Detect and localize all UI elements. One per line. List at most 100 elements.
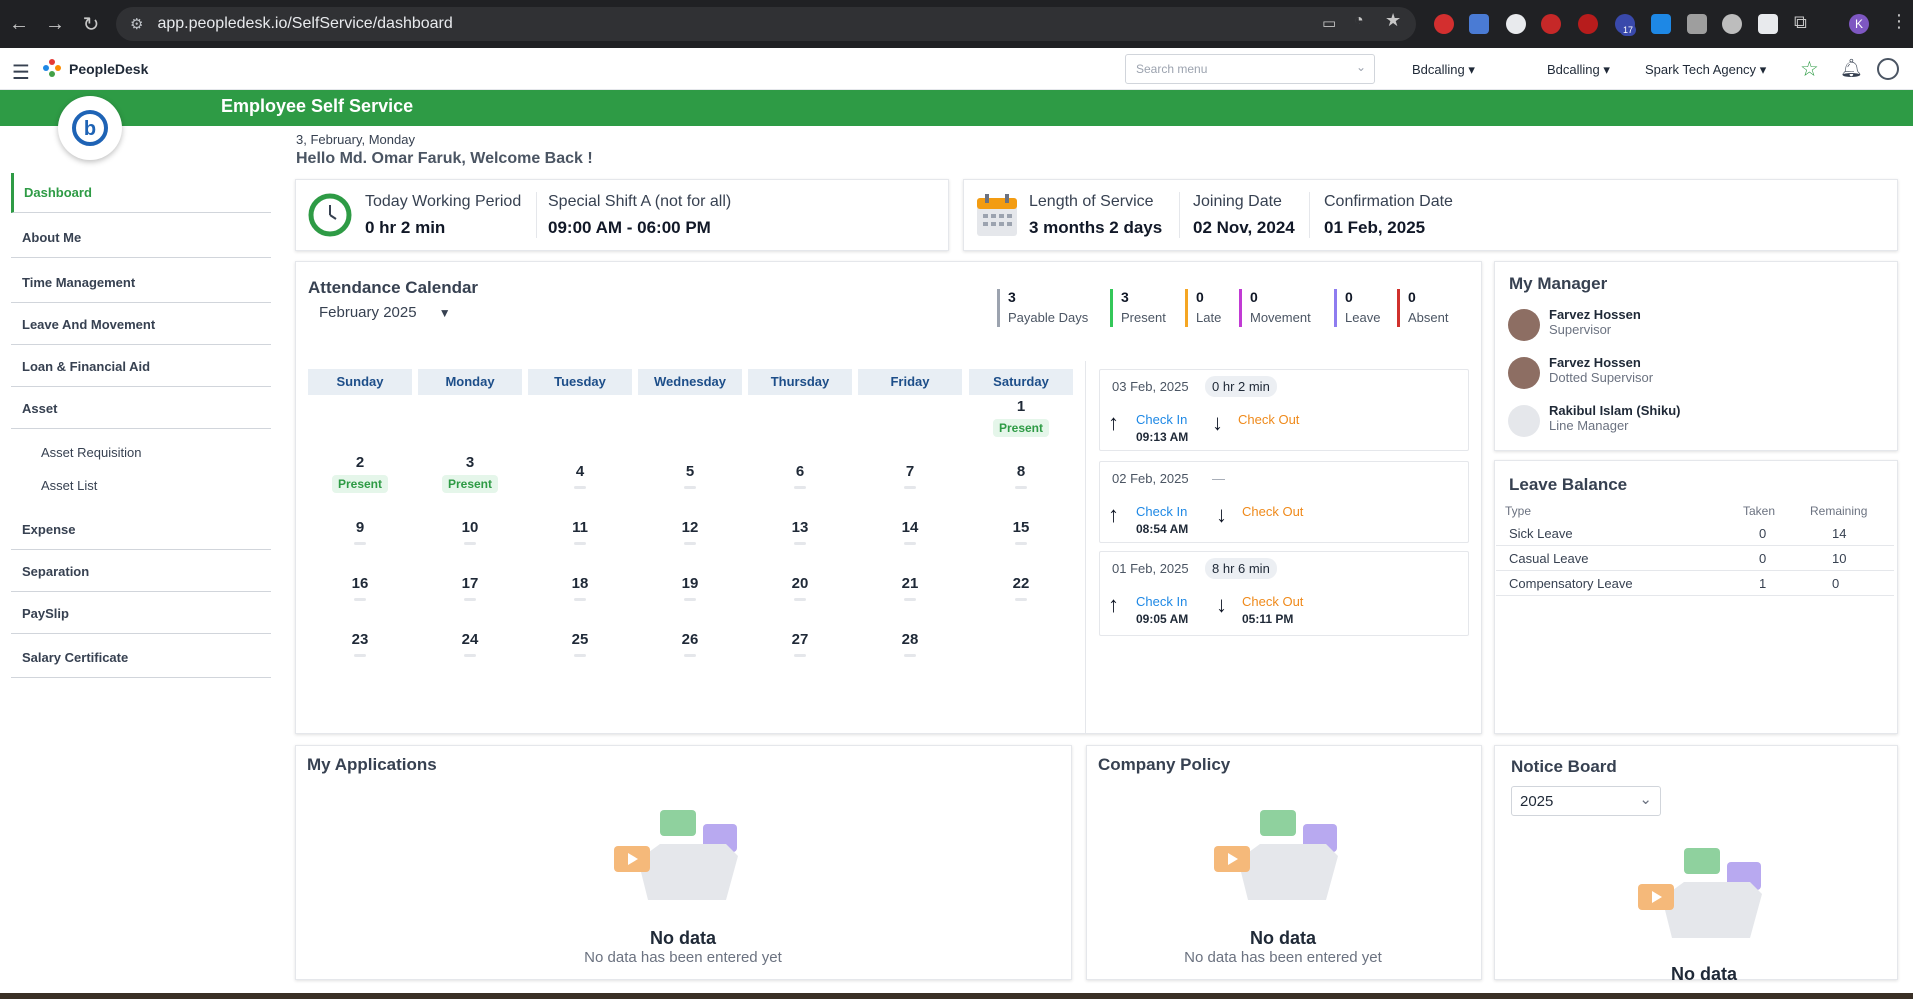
arrow-down-icon: ↓ bbox=[1216, 502, 1227, 527]
calendar-day[interactable]: 2 Present bbox=[308, 454, 412, 493]
clock-icon bbox=[308, 193, 352, 237]
working-period-label: Today Working Period bbox=[365, 193, 522, 210]
joining-date-value: 02 Nov, 2024 bbox=[1193, 218, 1295, 237]
extension-icon[interactable] bbox=[1469, 14, 1489, 34]
day-indicator bbox=[904, 598, 916, 601]
forward-arrow-icon[interactable]: → bbox=[38, 7, 72, 41]
sidebar-subitem-asset-requisition[interactable]: Asset Requisition bbox=[41, 445, 141, 460]
day-indicator bbox=[354, 654, 366, 657]
extension-icon[interactable] bbox=[1578, 14, 1598, 34]
sidebar-item-leave-movement[interactable]: Leave And Movement bbox=[11, 305, 271, 345]
sidebar-item-expense[interactable]: Expense bbox=[11, 510, 271, 550]
calendar-day[interactable]: 15 bbox=[969, 519, 1073, 545]
extension-icon[interactable] bbox=[1687, 14, 1707, 34]
app-header bbox=[0, 48, 1913, 90]
calendar-day[interactable]: 17 bbox=[418, 575, 522, 601]
calendar-day[interactable]: 18 bbox=[528, 575, 632, 601]
notice-year-select[interactable]: 2025 ⌄ bbox=[1511, 786, 1661, 816]
day-number: 11 bbox=[572, 519, 588, 536]
calendar-day[interactable]: 14 bbox=[858, 519, 962, 545]
calendar-day[interactable]: 11 bbox=[528, 519, 632, 545]
hamburger-icon[interactable]: ☰ bbox=[12, 60, 30, 85]
day-indicator bbox=[354, 542, 366, 545]
profile-avatar[interactable]: K bbox=[1849, 14, 1869, 34]
address-bar[interactable]: ⚙ app.peopledesk.io/SelfService/dashboar… bbox=[116, 7, 1416, 41]
calendar-day[interactable]: 9 bbox=[308, 519, 412, 545]
speed-icon[interactable]: ◔ bbox=[1354, 12, 1364, 30]
calendar-day[interactable]: 27 bbox=[748, 631, 852, 657]
sidebar-label: Salary Certificate bbox=[22, 650, 129, 665]
puzzle-icon[interactable]: ⧉ bbox=[1794, 12, 1807, 33]
sidebar-label: Separation bbox=[22, 564, 90, 579]
dropdown-label: Bdcalling bbox=[1547, 62, 1600, 77]
check-in-time: 09:05 AM bbox=[1136, 612, 1189, 626]
reload-icon[interactable]: ↻ bbox=[74, 7, 108, 41]
search-menu-input[interactable]: Search menu ⌄ bbox=[1125, 54, 1375, 84]
month-picker[interactable]: February 2025 ▼ bbox=[319, 304, 451, 321]
extension-icon[interactable] bbox=[1506, 14, 1526, 34]
calendar-day[interactable]: 4 bbox=[528, 463, 632, 489]
stat-value: 0 bbox=[1250, 289, 1258, 305]
entry-date: 01 Feb, 2025 bbox=[1112, 561, 1189, 576]
calendar-day[interactable]: 22 bbox=[969, 575, 1073, 601]
extension-icon[interactable] bbox=[1434, 14, 1454, 34]
calendar-day[interactable]: 21 bbox=[858, 575, 962, 601]
calendar-day[interactable]: 23 bbox=[308, 631, 412, 657]
sidebar-item-separation[interactable]: Separation bbox=[11, 552, 271, 592]
calendar-day[interactable]: 10 bbox=[418, 519, 522, 545]
extension-icon[interactable] bbox=[1541, 14, 1561, 34]
calendar-day[interactable]: 8 bbox=[969, 463, 1073, 489]
org-dropdown-1[interactable]: Bdcalling ▾ bbox=[1412, 62, 1475, 78]
menu-dots-icon[interactable]: ⋮ bbox=[1890, 11, 1908, 32]
calendar-day[interactable]: 20 bbox=[748, 575, 852, 601]
org-dropdown-2[interactable]: Bdcalling ▾ bbox=[1547, 62, 1610, 78]
extension-icon[interactable] bbox=[1758, 14, 1778, 34]
day-number: 22 bbox=[1012, 575, 1030, 592]
back-arrow-icon[interactable]: ← bbox=[2, 7, 36, 41]
manager-item: Farvez Hossen Dotted Supervisor bbox=[1549, 355, 1653, 385]
sidebar-item-payslip[interactable]: PaySlip bbox=[11, 594, 271, 634]
calendar-day[interactable]: 28 bbox=[858, 631, 962, 657]
sidebar-item-dashboard[interactable]: Dashboard bbox=[11, 173, 271, 213]
calendar-day[interactable]: 5 bbox=[638, 463, 742, 489]
calendar-day[interactable]: 12 bbox=[638, 519, 742, 545]
check-in-time: 08:54 AM bbox=[1136, 522, 1189, 536]
sidebar-item-time-management[interactable]: Time Management bbox=[11, 263, 271, 303]
calendar-day[interactable]: 24 bbox=[418, 631, 522, 657]
sidebar-item-asset[interactable]: Asset bbox=[11, 389, 271, 429]
sidebar-item-about-me[interactable]: About Me bbox=[11, 218, 271, 258]
stat-value: 0 bbox=[1408, 289, 1416, 305]
divider bbox=[1179, 192, 1180, 238]
calendar-day[interactable]: 3 Present bbox=[418, 454, 522, 493]
bookmark-star-icon[interactable]: ★ bbox=[1385, 10, 1401, 31]
calendar-day[interactable]: 7 bbox=[858, 463, 962, 489]
calendar-day[interactable]: 19 bbox=[638, 575, 742, 601]
camera-icon[interactable] bbox=[1722, 14, 1742, 34]
calendar-day[interactable]: 13 bbox=[748, 519, 852, 545]
leave-row: Casual Leave 0 10 bbox=[1496, 546, 1894, 571]
chevron-down-icon: ⌄ bbox=[1639, 791, 1652, 808]
day-indicator bbox=[464, 654, 476, 657]
calendar-day[interactable]: 1 Present bbox=[969, 398, 1073, 437]
org-dropdown-3[interactable]: Spark Tech Agency ▾ bbox=[1645, 62, 1766, 78]
sidebar-subitem-asset-list[interactable]: Asset List bbox=[41, 478, 97, 493]
favorite-star-icon[interactable]: ☆ bbox=[1800, 57, 1819, 82]
day-number: 20 bbox=[791, 575, 809, 592]
cast-icon[interactable]: ▭ bbox=[1322, 14, 1340, 32]
calendar-day[interactable]: 25 bbox=[528, 631, 632, 657]
sidebar-item-loan[interactable]: Loan & Financial Aid bbox=[11, 347, 271, 387]
day-indicator bbox=[794, 654, 806, 657]
weekday-header: Wednesday bbox=[638, 369, 742, 395]
calendar-day[interactable]: 16 bbox=[308, 575, 412, 601]
stat-5: 0 Absent bbox=[1397, 289, 1448, 327]
sidebar-item-salary-certificate[interactable]: Salary Certificate bbox=[11, 638, 271, 678]
avatar bbox=[1508, 405, 1540, 437]
calendar-day[interactable]: 26 bbox=[638, 631, 742, 657]
bell-icon[interactable]: 🔔︎ bbox=[1840, 58, 1863, 79]
extension-icon[interactable] bbox=[1651, 14, 1671, 34]
site-settings-icon[interactable]: ⚙ bbox=[130, 15, 143, 33]
calendar-day[interactable]: 6 bbox=[748, 463, 852, 489]
leave-remaining: 14 bbox=[1832, 526, 1847, 541]
user-profile-icon[interactable] bbox=[1877, 58, 1899, 80]
stat-value: 3 bbox=[1121, 289, 1129, 305]
